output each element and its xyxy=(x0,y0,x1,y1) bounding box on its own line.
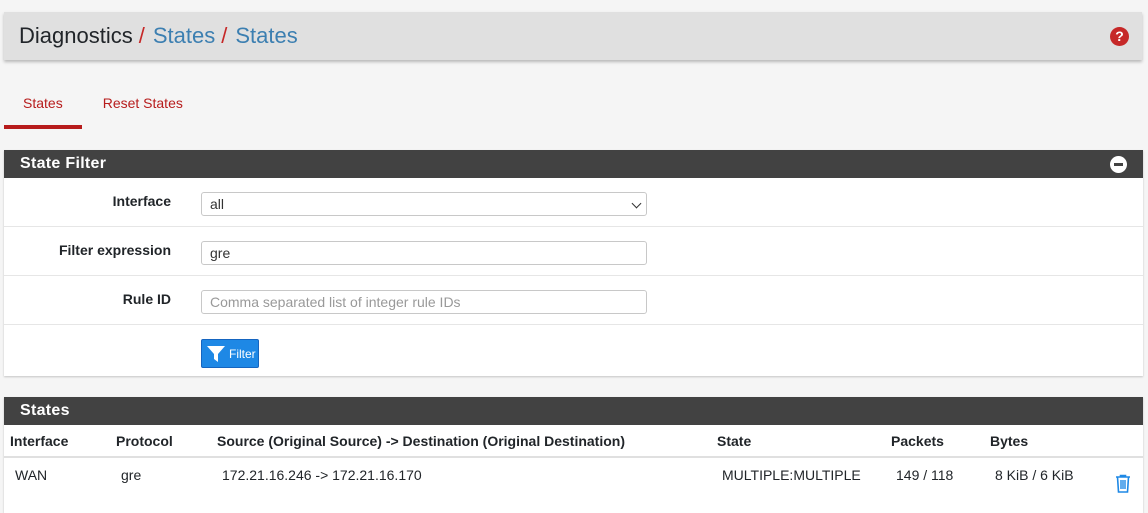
states-panel: States Interface Protocol Source (Origin… xyxy=(4,397,1143,513)
interface-label: Interface xyxy=(112,193,171,209)
state-filter-panel-header: State Filter xyxy=(4,150,1143,178)
filter-expression-input[interactable]: gre xyxy=(201,241,647,265)
column-header-interface[interactable]: Interface xyxy=(4,425,110,458)
tab-reset-states[interactable]: Reset States xyxy=(82,84,202,129)
tab-bar: States Reset States xyxy=(4,84,202,129)
filter-button-row: Filter xyxy=(4,325,1143,375)
table-row: WAN gre 172.21.16.246 -> 172.21.16.170 M… xyxy=(4,457,1143,509)
column-header-actions xyxy=(1104,425,1143,458)
breadcrumb-separator: / xyxy=(221,23,228,48)
state-filter-panel: State Filter Interface all Filter expres… xyxy=(4,150,1143,376)
help-icon[interactable]: ? xyxy=(1110,27,1129,46)
rule-id-label: Rule ID xyxy=(122,291,171,307)
collapse-icon[interactable] xyxy=(1110,156,1127,173)
cell-actions xyxy=(1104,457,1143,509)
state-filter-title: State Filter xyxy=(20,155,107,172)
column-header-source-destination[interactable]: Source (Original Source) -> Destination … xyxy=(211,425,711,458)
rule-id-row: Rule ID Comma separated list of integer … xyxy=(4,276,1143,325)
breadcrumb-separator: / xyxy=(138,23,145,48)
cell-source-destination: 172.21.16.246 -> 172.21.16.170 xyxy=(222,467,422,483)
column-header-state[interactable]: State xyxy=(711,425,885,458)
states-panel-title: States xyxy=(20,402,70,419)
column-header-bytes[interactable]: Bytes xyxy=(984,425,1104,458)
breadcrumb-item-states-current[interactable]: States xyxy=(235,25,297,47)
interface-row: Interface all xyxy=(4,178,1143,227)
interface-select[interactable]: all xyxy=(201,192,647,216)
cell-packets: 149 / 118 xyxy=(896,467,954,483)
cell-interface: WAN xyxy=(15,467,48,483)
breadcrumb-item-states[interactable]: States xyxy=(153,25,215,47)
breadcrumb-root: Diagnostics xyxy=(19,23,133,48)
filter-expression-row: Filter expression gre xyxy=(4,227,1143,276)
cell-state: MULTIPLE:MULTIPLE xyxy=(722,467,861,483)
cell-protocol: gre xyxy=(121,467,142,483)
filter-expression-label: Filter expression xyxy=(58,242,171,258)
tab-states[interactable]: States xyxy=(4,84,82,129)
column-header-packets[interactable]: Packets xyxy=(885,425,984,458)
chevron-down-icon xyxy=(631,198,642,209)
trash-icon[interactable] xyxy=(1115,474,1131,493)
interface-select-value: all xyxy=(210,196,225,212)
rule-id-input[interactable]: Comma separated list of integer rule IDs xyxy=(201,290,647,314)
cell-bytes: 8 KiB / 6 KiB xyxy=(995,467,1074,483)
filter-button[interactable]: Filter xyxy=(201,339,259,368)
filter-button-label: Filter xyxy=(229,346,256,361)
column-header-protocol[interactable]: Protocol xyxy=(110,425,211,458)
filter-icon xyxy=(207,345,225,362)
states-table: Interface Protocol Source (Original Sour… xyxy=(4,425,1143,509)
states-panel-header: States xyxy=(4,397,1143,425)
table-header-row: Interface Protocol Source (Original Sour… xyxy=(4,425,1143,458)
page-header: Diagnostics / States / States ? xyxy=(4,12,1142,60)
